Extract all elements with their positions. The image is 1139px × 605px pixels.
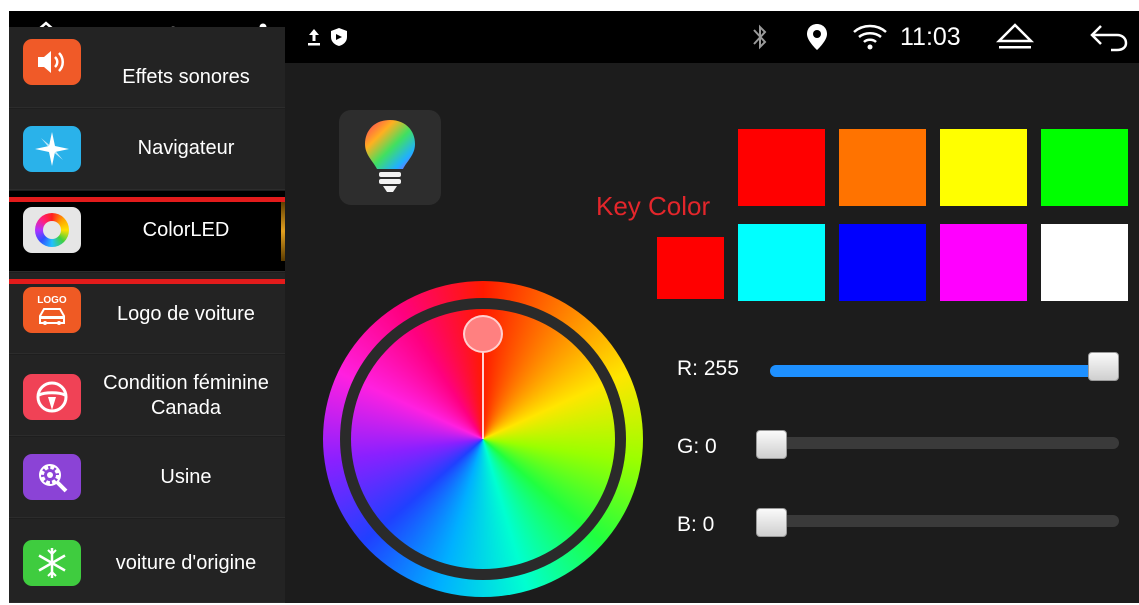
sidebar: Effets sonores Navigateur ColorLED LOGO … — [9, 27, 285, 603]
green-slider[interactable] — [756, 437, 1119, 449]
sidebar-item-navigateur[interactable]: Navigateur — [9, 109, 285, 190]
red-slider-thumb[interactable] — [1088, 352, 1119, 381]
color-swatch-green[interactable] — [1041, 129, 1128, 206]
bluetooth-icon — [751, 11, 769, 63]
sidebar-item-logo-de-voiture[interactable]: LOGO Logo de voiture — [9, 273, 285, 354]
green-slider-label: G: 0 — [677, 435, 717, 458]
factory-gear-icon — [23, 454, 81, 500]
color-swatch-orange[interactable] — [839, 129, 926, 206]
clock: 11:03 — [900, 22, 961, 51]
red-slider-label: R: 255 — [677, 357, 739, 380]
green-slider-thumb[interactable] — [756, 430, 787, 459]
device-frame: Paramètres 11:03 — [0, 0, 1139, 605]
color-swatch-magenta[interactable] — [940, 224, 1027, 301]
color-swatch-cyan[interactable] — [738, 224, 825, 301]
sidebar-item-label: voiture d'origine — [115, 552, 257, 574]
blue-slider-label: B: 0 — [677, 513, 715, 536]
color-swatch-red[interactable] — [738, 129, 825, 206]
back-icon[interactable] — [1089, 11, 1129, 63]
speaker-icon — [23, 39, 81, 85]
color-wheel[interactable] — [323, 281, 643, 597]
color-swatch-yellow[interactable] — [940, 129, 1027, 206]
red-slider[interactable] — [770, 365, 1115, 377]
key-color-label: Key Color — [596, 191, 711, 221]
logo-badge: LOGO — [37, 294, 67, 306]
sidebar-item-label: Condition féminine Canada — [103, 372, 269, 419]
color-swatch-white[interactable] — [1041, 224, 1128, 301]
location-icon — [806, 11, 828, 63]
color-swatch-blue[interactable] — [839, 224, 926, 301]
upload-icon — [306, 11, 322, 63]
colorled-panel: Key Color R: 255 G: 0 B: 0 — [285, 63, 1139, 603]
sidebar-item-voiture-d-origine[interactable]: voiture d'origine — [9, 519, 285, 603]
sidebar-item-label: Navigateur — [137, 137, 235, 159]
wifi-icon — [852, 11, 888, 63]
sidebar-item-usine[interactable]: Usine — [9, 437, 285, 518]
blue-slider[interactable] — [756, 515, 1119, 527]
sidebar-item-label: Usine — [160, 466, 212, 488]
blue-slider-thumb[interactable] — [756, 508, 787, 537]
car-logo-icon: LOGO — [23, 287, 81, 333]
sidebar-item-label: Logo de voiture — [117, 303, 255, 325]
sidebar-item-condition-feminine-canada[interactable]: Condition féminine Canada — [9, 355, 285, 436]
red-slider-fill — [770, 365, 1115, 377]
color-wheel-handle[interactable] — [463, 315, 503, 353]
eject-icon[interactable] — [995, 11, 1035, 63]
shield-icon — [330, 11, 348, 63]
sidebar-item-effets-sonores[interactable]: Effets sonores — [9, 27, 285, 108]
sidebar-item-label: Effets sonores — [122, 66, 250, 88]
steering-wheel-icon — [23, 374, 81, 420]
compass-icon — [23, 126, 81, 172]
screen: Paramètres 11:03 — [9, 11, 1139, 603]
led-bulb-icon — [339, 110, 441, 205]
current-color-swatch — [657, 237, 724, 299]
selection-highlight-box — [9, 197, 294, 284]
snowflake-icon — [23, 540, 81, 586]
